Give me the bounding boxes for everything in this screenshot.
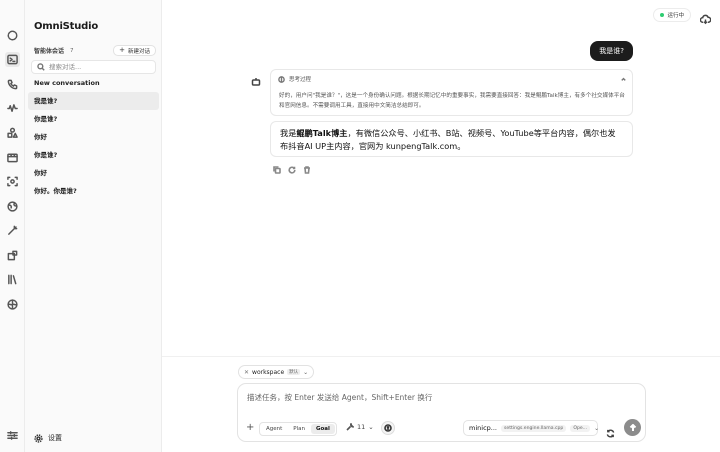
chevron-down-icon: ⌄	[368, 423, 374, 431]
conversation-list: New conversation 我是谁? 你是谁? 你好 你是谁? 你好 你好…	[28, 74, 159, 200]
status-label: 运行中	[667, 13, 684, 19]
mode-agent[interactable]: Agent	[261, 424, 287, 434]
chevron-up-icon[interactable]	[620, 76, 627, 83]
thinking-title: 思考过程	[289, 77, 312, 83]
status-badge: 运行中	[653, 8, 691, 22]
settings-label: 设置	[48, 434, 62, 442]
icon-rail	[0, 0, 25, 452]
status-dot	[660, 13, 665, 17]
terminal-icon[interactable]	[5, 52, 20, 67]
app-title: OmniStudio	[34, 21, 99, 32]
gear-icon	[34, 433, 43, 443]
chat-main: 运行中 我是谁? 思考过程 好的，用户问"我是谁？"，这是一个身份确认问题。根据…	[162, 0, 720, 452]
model-selector[interactable]: minicp... settings.engine.llama.cpp Ope.…	[463, 420, 600, 436]
conversation-item[interactable]: 你是谁?	[28, 110, 159, 128]
answer-prefix: 我是	[280, 128, 297, 138]
brain-icon	[278, 75, 285, 83]
compass-alt-icon[interactable]	[5, 297, 20, 312]
library-icon[interactable]	[5, 272, 20, 287]
media-icon[interactable]	[5, 150, 20, 165]
send-button[interactable]	[624, 419, 641, 436]
agent-toggle-icon[interactable]	[381, 421, 395, 435]
cloud-sync-icon[interactable]	[699, 10, 712, 25]
settings-button[interactable]: 设置	[34, 433, 62, 443]
wrench-icon	[346, 423, 354, 431]
waveform-icon[interactable]	[5, 101, 20, 116]
thinking-panel: 思考过程 好的，用户问"我是谁？"，这是一个身份确认问题。根据长期记忆中的重要事…	[270, 69, 633, 116]
scan-icon[interactable]	[5, 174, 20, 189]
retry-icon[interactable]	[288, 166, 296, 174]
shapes-icon[interactable]	[5, 125, 20, 140]
conversation-count: 7	[70, 47, 74, 54]
copy-icon[interactable]	[273, 166, 281, 174]
message-actions	[273, 166, 311, 174]
model-detail: settings.engine.llama.cpp	[500, 424, 567, 432]
globe-icon[interactable]	[5, 199, 20, 214]
conversation-item[interactable]: New conversation	[28, 74, 159, 92]
section-header: 智能体会话 7 + 新建对话	[34, 45, 156, 56]
search-input[interactable]	[49, 63, 149, 71]
message-input[interactable]	[247, 392, 637, 404]
conversation-item[interactable]: 你好。你是谁?	[28, 182, 159, 200]
wand-icon[interactable]	[5, 223, 20, 238]
model-suffix: Ope...	[570, 424, 591, 432]
composer: + Agent Plan Goal 11 ⌄ minicp... setting…	[237, 383, 646, 442]
arrow-up-icon	[629, 423, 636, 431]
workspace-label: workspace	[252, 368, 285, 376]
sliders-icon[interactable]	[5, 428, 20, 443]
tool-count: 11	[357, 423, 366, 431]
close-icon[interactable]: ✕	[244, 369, 249, 376]
mode-plan[interactable]: Plan	[288, 424, 310, 434]
puzzle-icon[interactable]	[5, 248, 20, 263]
mode-goal[interactable]: Goal	[310, 424, 335, 434]
conversation-item[interactable]: 你好	[28, 164, 159, 182]
user-message: 我是谁?	[590, 41, 633, 61]
search-box	[31, 60, 156, 74]
assistant-message: 我是鲲鹏Talk博主，有微信公众号、小红书、B站、视频号、YouTube等平台内…	[270, 121, 633, 157]
tools-button[interactable]: 11 ⌄	[346, 423, 374, 431]
section-title: 智能体会话	[34, 48, 65, 55]
compass-icon[interactable]	[5, 28, 20, 43]
refresh-icon[interactable]	[606, 423, 616, 438]
phone-icon[interactable]	[5, 77, 20, 92]
conversation-item[interactable]: 你是谁?	[28, 146, 159, 164]
thinking-header[interactable]: 思考过程	[278, 74, 627, 84]
conversation-sidebar: OmniStudio 智能体会话 7 + 新建对话 New conversati…	[25, 0, 162, 452]
workspace-chip[interactable]: ✕ workspace 默认 ⌄	[238, 365, 315, 379]
mode-selector: Agent Plan Goal	[259, 422, 337, 436]
plus-icon: +	[119, 46, 125, 54]
search-icon	[37, 63, 45, 71]
new-chat-label: 新建对话	[127, 48, 150, 55]
trash-icon[interactable]	[303, 166, 311, 174]
model-name: minicp...	[469, 424, 497, 432]
bot-icon	[251, 72, 262, 86]
new-chat-button[interactable]: + 新建对话	[113, 45, 156, 56]
chevron-down-icon: ⌄	[594, 424, 600, 432]
chevron-down-icon: ⌄	[303, 368, 309, 376]
conversation-item[interactable]: 你好	[28, 128, 159, 146]
composer-divider	[162, 356, 720, 357]
workspace-tag: 默认	[287, 369, 301, 375]
conversation-item[interactable]: 我是谁?	[28, 92, 159, 110]
answer-highlight: 鲲鹏Talk博主	[296, 128, 348, 138]
attach-plus-icon[interactable]: +	[246, 422, 254, 434]
thinking-text: 好的，用户问"我是谁？"，这是一个身份确认问题。根据长期记忆中的重要事实，我需要…	[279, 93, 625, 109]
